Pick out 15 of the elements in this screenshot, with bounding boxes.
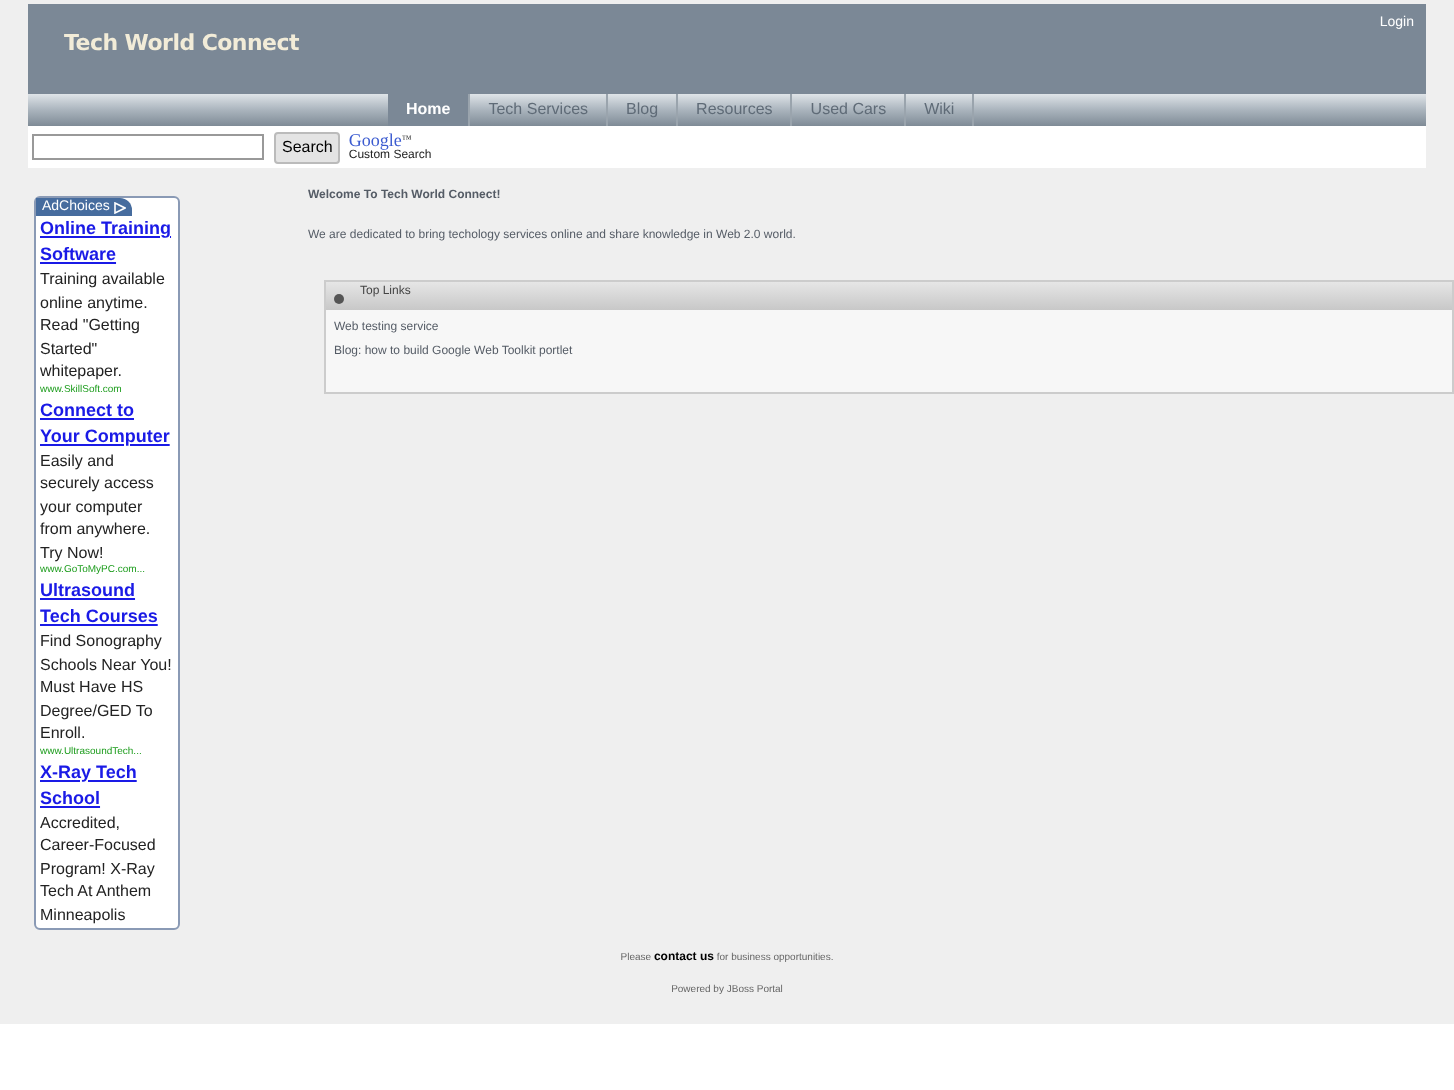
ad-text: Training available online anytime. Read "Getting Started" whitepaper.	[40, 268, 167, 383]
nav-tab[interactable]: Home	[388, 94, 471, 126]
ad-text: Accredited, Career-Focused Program! X-Ray Tech At Anthem Minneapolis	[40, 811, 158, 926]
ad-title-link[interactable]: Online Training Software	[40, 216, 174, 268]
ad-title-link[interactable]: Ultrasound Tech Courses	[40, 578, 174, 630]
google-logo: Google$^{™}$	[348, 132, 412, 150]
collapse-icon[interactable]	[334, 294, 344, 304]
ad-title-link[interactable]: X-Ray Tech School	[40, 759, 174, 811]
search-button[interactable]: Search	[274, 131, 341, 163]
search-field[interactable]	[32, 134, 264, 160]
ad-title-link[interactable]: Connect to Your Computer	[40, 397, 174, 449]
play-triangle-icon	[113, 201, 126, 213]
site-title: Tech World Connect	[64, 28, 299, 60]
ad-text: Easily and securely access your computer from anywhere. Try Now!	[40, 449, 156, 564]
ad-text: Find Sonography Schools Near You! Must Have HS Degree/GED To Enroll.	[40, 630, 174, 745]
